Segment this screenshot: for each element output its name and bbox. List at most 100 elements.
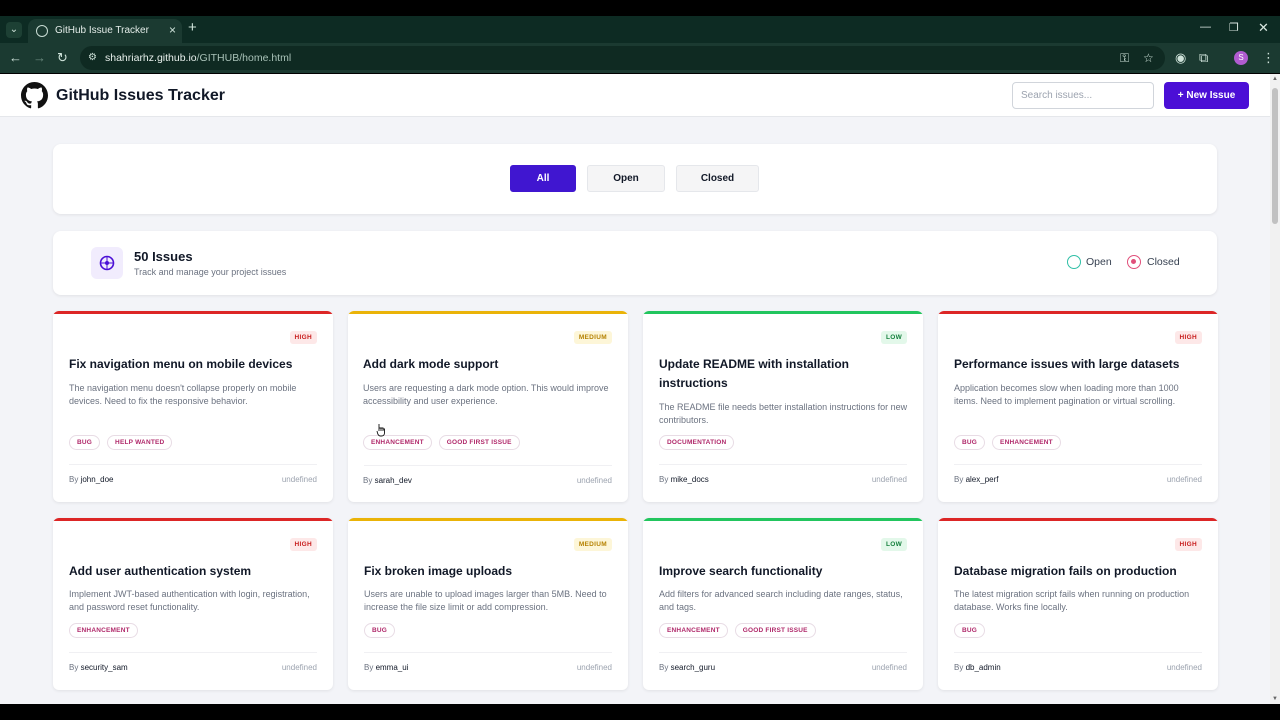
- issue-labels: DOCUMENTATION: [659, 435, 735, 450]
- issue-card[interactable]: HIGH Add user authentication system Impl…: [53, 518, 333, 690]
- forward-icon[interactable]: →: [33, 50, 46, 65]
- issue-title[interactable]: Database migration fails on production: [954, 562, 1204, 581]
- issue-author: By db_admin: [954, 663, 1001, 672]
- issue-card[interactable]: MEDIUM Fix broken image uploads Users ar…: [348, 518, 628, 690]
- issue-description: The latest migration script fails when r…: [954, 589, 1190, 612]
- issues-summary-icon: [91, 247, 123, 279]
- filter-closed-button[interactable]: Closed: [676, 165, 759, 192]
- issue-date: undefined: [281, 663, 317, 672]
- close-window-icon[interactable]: ✕: [1258, 20, 1269, 36]
- scroll-down-icon[interactable]: ▼: [1272, 696, 1278, 702]
- issue-label: ENHANCEMENT: [992, 435, 1061, 450]
- card-divider: [364, 652, 612, 653]
- issue-card[interactable]: MEDIUM Add dark mode support Users are r…: [348, 311, 628, 502]
- issue-date: undefined: [576, 663, 612, 672]
- page-title: GitHub Issues Tracker: [56, 87, 225, 104]
- issue-author: By alex_perf: [954, 475, 999, 484]
- open-status-icon: [1067, 255, 1081, 269]
- issue-card[interactable]: LOW Improve search functionality Add fil…: [643, 518, 923, 690]
- issue-title[interactable]: Fix broken image uploads: [364, 562, 614, 581]
- password-key-icon[interactable]: ⚿: [1120, 51, 1129, 66]
- issue-title[interactable]: Fix navigation menu on mobile devices: [69, 355, 319, 374]
- issue-author: By security_sam: [69, 663, 128, 672]
- issue-label: BUG: [954, 623, 986, 638]
- issue-card[interactable]: HIGH Database migration fails on product…: [938, 518, 1218, 690]
- card-divider: [69, 464, 317, 465]
- issue-author: By emma_ui: [364, 663, 409, 672]
- tab-search-icon[interactable]: ⌄: [6, 22, 22, 38]
- restore-icon[interactable]: ❐: [1229, 21, 1239, 34]
- priority-bar: [53, 311, 333, 314]
- card-divider: [659, 464, 907, 465]
- priority-badge: LOW: [880, 331, 907, 344]
- card-divider: [364, 465, 612, 466]
- issue-description: Users are unable to upload images larger…: [364, 589, 607, 612]
- issue-count: 50 Issues: [134, 249, 193, 264]
- screen-top-edge: [0, 0, 1280, 16]
- issue-author: By mike_docs: [659, 475, 709, 484]
- priority-bar: [348, 518, 628, 521]
- issue-label: BUG: [954, 435, 986, 450]
- priority-badge: HIGH: [1174, 538, 1202, 551]
- legend-closed-label: Closed: [1147, 256, 1180, 268]
- app-header: GitHub Issues Tracker + New Issue: [0, 74, 1270, 117]
- issue-card[interactable]: HIGH Performance issues with large datas…: [938, 311, 1218, 502]
- issue-date: undefined: [281, 475, 317, 484]
- issue-labels: BUG ENHANCEMENT: [954, 435, 1061, 450]
- issue-description: Implement JWT-based authentication with …: [69, 589, 310, 612]
- search-input[interactable]: [1012, 82, 1154, 109]
- issue-title[interactable]: Add dark mode support: [363, 355, 613, 374]
- issue-date: undefined: [1166, 663, 1202, 672]
- priority-badge: MEDIUM: [573, 538, 612, 551]
- priority-badge: HIGH: [289, 331, 317, 344]
- extensions-puzzle-icon[interactable]: ⧉: [1199, 50, 1208, 66]
- issue-card[interactable]: LOW Update README with installation inst…: [643, 311, 923, 502]
- browser-tab[interactable]: GitHub Issue Tracker ×: [28, 19, 182, 43]
- filter-all-button[interactable]: All: [510, 165, 576, 192]
- issue-date: undefined: [871, 663, 907, 672]
- card-divider: [659, 652, 907, 653]
- mouse-cursor-icon: [376, 424, 385, 437]
- new-issue-button[interactable]: + New Issue: [1164, 82, 1249, 109]
- browser-tab-bar: ⌄ GitHub Issue Tracker × + — ❐ ✕: [0, 16, 1280, 43]
- address-bar[interactable]: ⚙ shahriarhz.github.io/GITHUB/home.html …: [80, 46, 1165, 70]
- issue-title[interactable]: Update README with installation instruct…: [659, 355, 909, 393]
- issue-title[interactable]: Improve search functionality: [659, 562, 909, 581]
- issue-label: ENHANCEMENT: [363, 435, 432, 450]
- scroll-up-icon[interactable]: ▲: [1272, 76, 1278, 82]
- issue-label: DOCUMENTATION: [659, 435, 735, 450]
- profile-avatar[interactable]: S: [1234, 51, 1248, 65]
- issue-author: By search_guru: [659, 663, 716, 672]
- browser-menu-icon[interactable]: ⋮: [1262, 50, 1275, 66]
- bookmark-star-icon[interactable]: ☆: [1143, 51, 1154, 65]
- issue-title[interactable]: Performance issues with large datasets: [954, 355, 1204, 374]
- address-url: shahriarhz.github.io/GITHUB/home.html: [105, 52, 292, 64]
- issue-label: ENHANCEMENT: [659, 623, 728, 638]
- card-divider: [954, 464, 1202, 465]
- priority-badge: LOW: [880, 538, 907, 551]
- scrollbar-thumb[interactable]: [1272, 88, 1278, 224]
- issue-card[interactable]: HIGH Fix navigation menu on mobile devic…: [53, 311, 333, 502]
- issue-description: The navigation menu doesn't collapse pro…: [69, 383, 297, 406]
- back-icon[interactable]: ←: [9, 50, 22, 65]
- minimize-icon[interactable]: —: [1200, 21, 1211, 33]
- page-content: GitHub Issues Tracker + New Issue All Op…: [0, 74, 1270, 704]
- extension-avatar-icon[interactable]: ◉: [1175, 50, 1186, 66]
- priority-bar: [53, 518, 333, 521]
- priority-bar: [643, 518, 923, 521]
- reload-icon[interactable]: ↻: [57, 50, 68, 66]
- page-scrollbar[interactable]: ▲ ▼: [1270, 74, 1280, 704]
- issue-labels: BUG HELP WANTED: [69, 435, 173, 450]
- issue-labels: ENHANCEMENT GOOD FIRST ISSUE: [659, 623, 816, 638]
- priority-bar: [643, 311, 923, 314]
- site-info-icon[interactable]: ⚙: [88, 52, 100, 64]
- issue-labels: ENHANCEMENT GOOD FIRST ISSUE: [363, 435, 520, 450]
- issue-label: BUG: [364, 623, 396, 638]
- issue-date: undefined: [1166, 475, 1202, 484]
- tab-close-icon[interactable]: ×: [169, 23, 176, 37]
- issue-labels: BUG: [364, 623, 396, 638]
- filter-open-button[interactable]: Open: [587, 165, 665, 192]
- issue-label: GOOD FIRST ISSUE: [438, 435, 520, 450]
- issue-title[interactable]: Add user authentication system: [69, 562, 319, 581]
- new-tab-icon[interactable]: +: [188, 19, 197, 36]
